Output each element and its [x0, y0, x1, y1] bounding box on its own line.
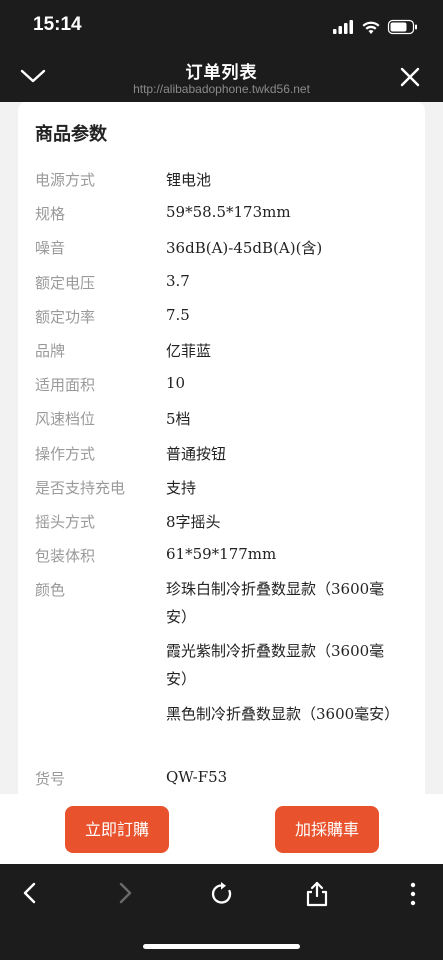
color-option: 黑色制冷折叠数显款（3600毫安）	[166, 705, 400, 723]
param-value: 支持	[166, 479, 197, 497]
param-value: 8字摇头	[166, 513, 221, 531]
color-option: 珍珠白制冷折叠数显款（3600毫安）	[166, 580, 385, 626]
page-title: 订单列表	[185, 63, 258, 83]
param-label: 额定电压	[35, 274, 96, 292]
param-label: 适用面积	[35, 376, 96, 394]
param-value: 59*58.5*173mm	[166, 203, 291, 221]
param-label: 操作方式	[35, 445, 96, 463]
param-label: 品牌	[35, 342, 66, 360]
forward-icon[interactable]	[114, 881, 136, 905]
param-value: 普通按钮	[166, 445, 227, 463]
page-url: http://alibabadophone.twkd56.net	[133, 82, 310, 96]
param-label: 包装体积	[35, 547, 96, 565]
param-label: 额定功率	[35, 308, 96, 326]
status-time: 15:14	[33, 14, 82, 35]
param-value: 36dB(A)-45dB(A)(含)	[166, 239, 323, 257]
navigation-header: 订单列表 http://alibabadophone.twkd56.net	[0, 54, 443, 102]
param-label: 规格	[35, 205, 66, 223]
product-params-card: 商品参数 电源方式 锂电池 规格 59*58.5*173mm 噪音 36dB(A…	[18, 102, 425, 794]
param-value: 61*59*177mm	[166, 545, 277, 563]
reload-icon[interactable]	[209, 881, 235, 907]
param-label: 电源方式	[35, 171, 96, 189]
add-to-cart-button[interactable]: 加採購車	[275, 806, 379, 853]
more-options-icon[interactable]	[405, 881, 421, 907]
card-title: 商品参数	[35, 124, 107, 145]
param-value: 亿菲蓝	[166, 342, 212, 360]
wifi-icon	[362, 21, 380, 34]
content-area[interactable]: 商品参数 电源方式 锂电池 规格 59*58.5*173mm 噪音 36dB(A…	[0, 102, 443, 794]
param-value: 7.5	[166, 306, 190, 324]
home-indicator	[143, 944, 300, 949]
param-value: 锂电池	[166, 171, 212, 189]
param-value: 10	[166, 374, 186, 392]
close-icon[interactable]	[399, 66, 421, 88]
back-icon[interactable]	[19, 881, 41, 905]
param-label: 风速档位	[35, 410, 96, 428]
status-icons	[333, 19, 417, 35]
action-bar: 立即訂購 加採購車	[0, 794, 443, 864]
sku-label: 货号	[35, 770, 66, 788]
param-value: 3.7	[166, 272, 190, 290]
param-label: 噪音	[35, 239, 66, 257]
sku-value: QW-F53	[166, 768, 228, 786]
status-bar: 15:14	[0, 0, 443, 54]
param-value: 5档	[166, 410, 191, 428]
param-label: 是否支持充电	[35, 479, 126, 497]
share-icon[interactable]	[305, 881, 329, 907]
battery-icon	[387, 19, 417, 35]
param-label: 摇头方式	[35, 513, 96, 531]
color-label: 颜色	[35, 581, 66, 599]
buy-now-button[interactable]: 立即訂購	[65, 806, 169, 853]
cellular-signal-icon	[333, 20, 353, 34]
color-option: 霞光紫制冷折叠数显款（3600毫安）	[166, 642, 385, 688]
